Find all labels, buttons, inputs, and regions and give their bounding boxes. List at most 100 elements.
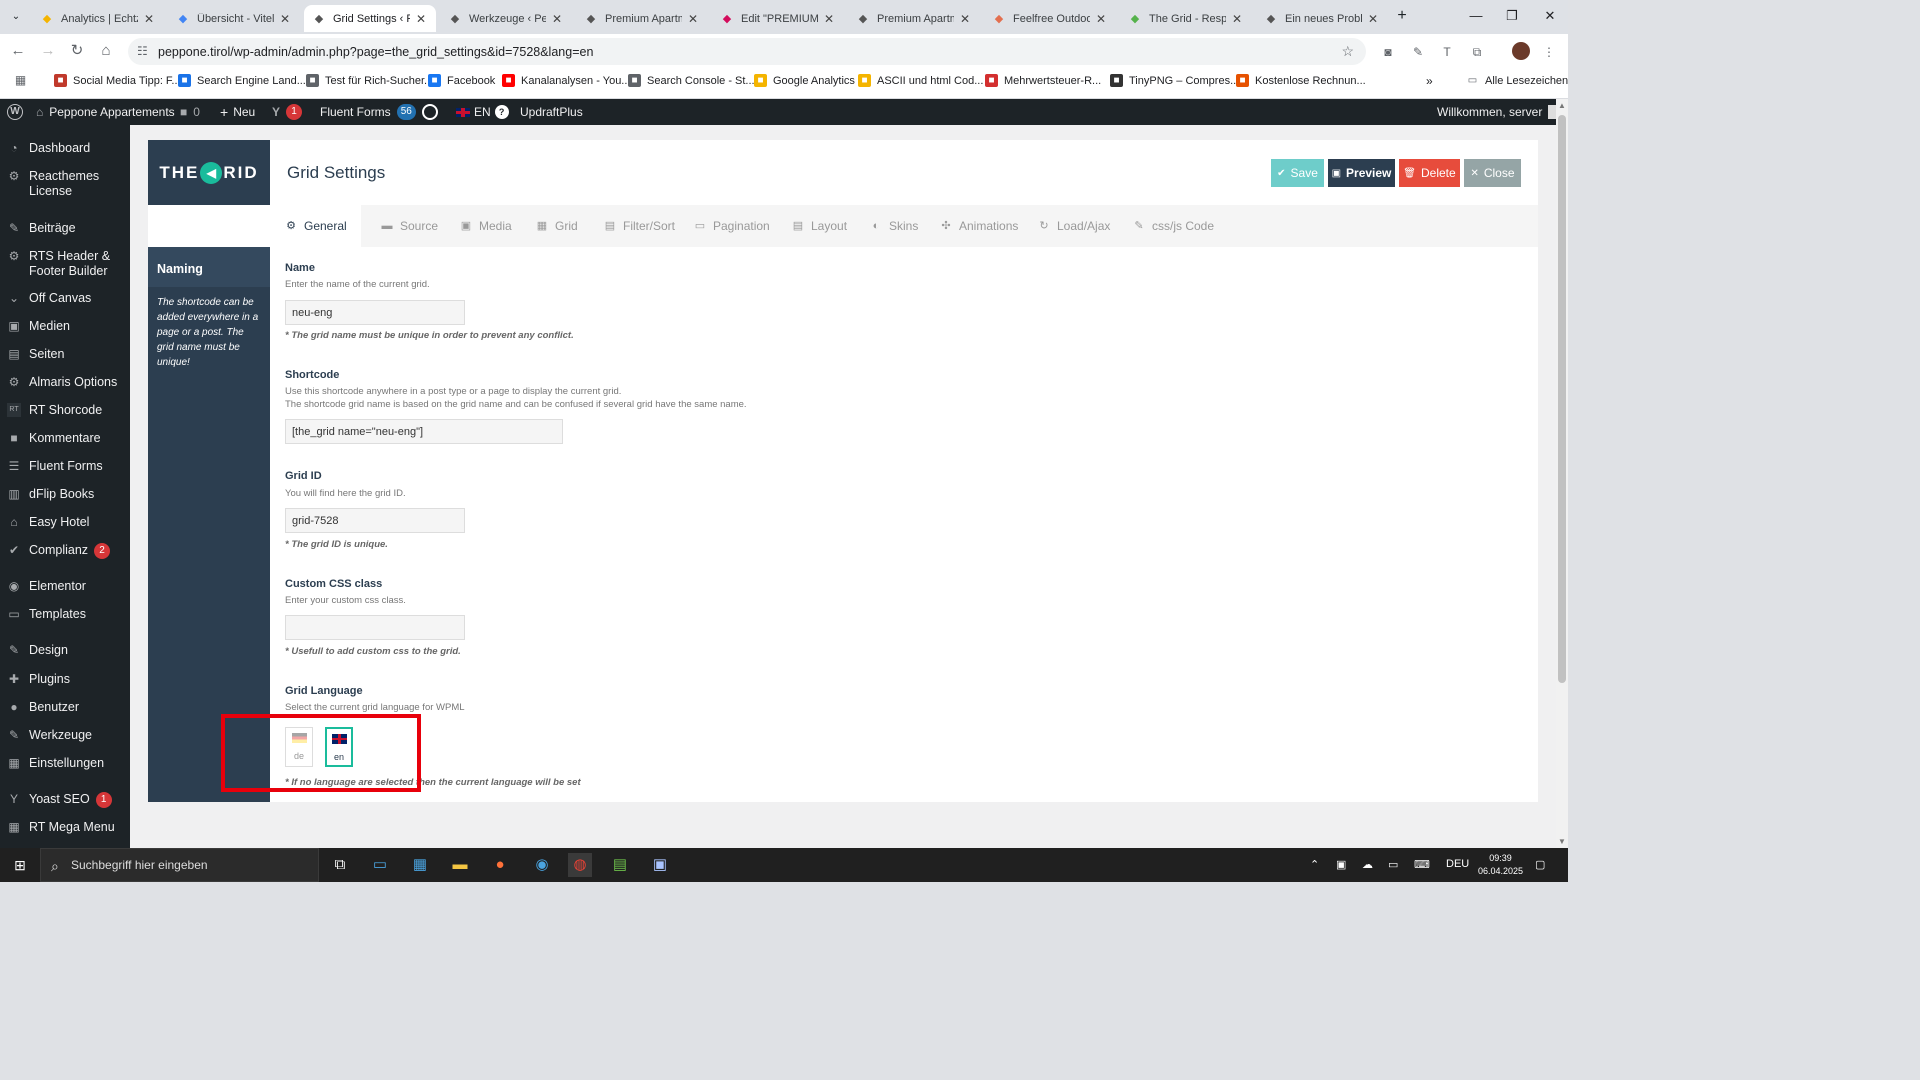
browser-tab[interactable]: ◆ The Grid - Respon ✕ bbox=[1120, 5, 1252, 32]
eyedropper-icon[interactable]: ✎ bbox=[1409, 43, 1427, 61]
browser-tab[interactable]: ◆ Werkzeuge ‹ Pepp ✕ bbox=[440, 5, 572, 32]
task-view-icon[interactable]: ⧉ bbox=[328, 853, 352, 877]
taskbar-clock[interactable]: 09:39 06.04.2025 bbox=[1478, 852, 1523, 878]
back-icon[interactable]: ← bbox=[8, 41, 28, 61]
tab-close-icon[interactable]: ✕ bbox=[1366, 12, 1380, 26]
sidebar-item-almaris-options[interactable]: ⚙ Almaris Options bbox=[0, 375, 130, 390]
support-icon[interactable] bbox=[422, 99, 438, 125]
bookmark-item[interactable]: ■ Search Engine Land... bbox=[178, 74, 306, 87]
sidebar-item-dflip-books[interactable]: ▥ dFlip Books bbox=[0, 487, 130, 502]
windows-start-icon[interactable]: ⊞ bbox=[8, 853, 32, 877]
notepad-icon[interactable]: ▤ bbox=[608, 853, 632, 877]
reload-icon[interactable]: ↻ bbox=[67, 41, 87, 61]
sidebar-item-rt-mega-menu[interactable]: ▦ RT Mega Menu bbox=[0, 820, 130, 835]
tab-grid[interactable]: ▦ Grid bbox=[535, 205, 578, 247]
minimize-icon[interactable]: — bbox=[1464, 6, 1488, 26]
wordpress-logo-icon[interactable]: W bbox=[7, 99, 23, 125]
tab-close-icon[interactable]: ✕ bbox=[822, 12, 836, 26]
cloud-icon[interactable]: ☁ bbox=[1362, 858, 1373, 871]
sidebar-item-benutzer[interactable]: ● Benutzer bbox=[0, 700, 130, 715]
tab-filter-sort[interactable]: ▤ Filter/Sort bbox=[603, 205, 675, 247]
tab-general[interactable]: ⚙ General bbox=[270, 205, 361, 247]
tab-css-js-code[interactable]: ✎ css/js Code bbox=[1132, 205, 1214, 247]
firefox-icon[interactable]: ● bbox=[488, 853, 512, 877]
all-bookmarks[interactable]: ▭ Alle Lesezeichen bbox=[1466, 74, 1568, 87]
restore-icon[interactable]: ❐ bbox=[1500, 6, 1524, 26]
tab-close-icon[interactable]: ✕ bbox=[414, 12, 428, 26]
text-tool-icon[interactable]: T bbox=[1438, 43, 1456, 61]
tab-skins[interactable]: ◐ Skins bbox=[869, 205, 919, 247]
css-class-input[interactable] bbox=[285, 615, 465, 640]
browser-tab[interactable]: ◆ Feelfree Outdoor ✕ bbox=[984, 5, 1116, 32]
sidebar-item-complianz[interactable]: ✔ Complianz 2 bbox=[0, 543, 130, 559]
language-switcher[interactable]: EN? bbox=[456, 99, 509, 125]
save-button[interactable]: ✔ Save bbox=[1271, 159, 1324, 187]
tab-close-icon[interactable]: ✕ bbox=[278, 12, 292, 26]
comments-link[interactable]: ■ 0 bbox=[180, 99, 200, 125]
tab-layout[interactable]: ▤ Layout bbox=[791, 205, 847, 247]
delete-button[interactable]: 🗑 Delete bbox=[1399, 159, 1460, 187]
bookmark-item[interactable]: ■ Kanalanalysen - You... bbox=[502, 74, 630, 87]
browser-tab[interactable]: ◆ Grid Settings ‹ Pe ✕ bbox=[304, 5, 436, 32]
bookmark-item[interactable]: ■ Kostenlose Rechnun... bbox=[1236, 74, 1366, 87]
bookmark-item[interactable]: ■ Facebook bbox=[428, 74, 495, 87]
profile-avatar[interactable] bbox=[1512, 42, 1530, 60]
tray-app-icon[interactable]: ▣ bbox=[1336, 858, 1346, 871]
extensions-icon[interactable]: ⧉ bbox=[1468, 43, 1486, 61]
keyboard-icon[interactable]: ⌨ bbox=[1414, 858, 1430, 871]
file-explorer-icon[interactable]: ▬ bbox=[448, 853, 472, 877]
camera-icon[interactable]: ◙ bbox=[1379, 43, 1397, 61]
browser-tab[interactable]: ◆ Premium Apartm ✕ bbox=[576, 5, 708, 32]
grid-id-input[interactable]: grid-7528 bbox=[285, 508, 465, 533]
browser-tab[interactable]: ◆ Ein neues Problem ✕ bbox=[1256, 5, 1388, 32]
bookmark-item[interactable]: ■ Social Media Tipp: F... bbox=[54, 74, 181, 87]
bookmark-item[interactable]: ■ Google Analytics bbox=[754, 74, 855, 87]
site-name-link[interactable]: ⌂ Peppone Appartements bbox=[36, 99, 175, 125]
sidebar-item-plugins[interactable]: ✚ Plugins bbox=[0, 672, 130, 687]
sidebar-item-werkzeuge[interactable]: ✎ Werkzeuge bbox=[0, 728, 130, 743]
tab-close-icon[interactable]: ✕ bbox=[1094, 12, 1108, 26]
tab-close-icon[interactable]: ✕ bbox=[142, 12, 156, 26]
new-tab-button[interactable]: + bbox=[1392, 6, 1412, 26]
sidebar-item-medien[interactable]: ▣ Medien bbox=[0, 319, 130, 334]
close-button[interactable]: ✕ Close bbox=[1464, 159, 1521, 187]
sidebar-item-kommentare[interactable]: ■ Kommentare bbox=[0, 431, 130, 446]
sidebar-item-yoast-seo[interactable]: Y Yoast SEO 1 bbox=[0, 792, 130, 808]
tab-media[interactable]: ▣ Media bbox=[459, 205, 512, 247]
sidebar-item-design[interactable]: ✎ Design bbox=[0, 643, 130, 658]
taskbar-search-box[interactable]: ⌕ Suchbegriff hier eingeben bbox=[40, 848, 319, 882]
forward-icon[interactable]: → bbox=[38, 41, 58, 61]
account-menu[interactable]: Willkommen, server bbox=[1437, 99, 1563, 125]
scrollbar-thumb[interactable] bbox=[1558, 115, 1566, 683]
screenshot-tool-icon[interactable]: ▣ bbox=[648, 853, 672, 877]
remote-desktop-icon[interactable]: ▭ bbox=[368, 853, 392, 877]
url-bar[interactable]: ☷ peppone.tirol/wp-admin/admin.php?page=… bbox=[128, 38, 1366, 65]
new-content-link[interactable]: + Neu bbox=[220, 99, 255, 125]
sidebar-item-elementor[interactable]: ◉ Elementor bbox=[0, 579, 130, 594]
notifications-icon[interactable]: ▢ bbox=[1535, 858, 1545, 871]
preview-button[interactable]: ▣ Preview bbox=[1328, 159, 1395, 187]
sidebar-item-beitr-ge[interactable]: ✎ Beiträge bbox=[0, 221, 130, 236]
tab-close-icon[interactable]: ✕ bbox=[686, 12, 700, 26]
sidebar-item-templates[interactable]: ▭ Templates bbox=[0, 607, 130, 622]
sidebar-item-einstellungen[interactable]: ▦ Einstellungen bbox=[0, 756, 130, 771]
chrome-icon[interactable]: ◍ bbox=[568, 853, 592, 877]
bookmark-item[interactable]: ■ Search Console - St... bbox=[628, 74, 755, 87]
shortcode-input[interactable]: [the_grid name="neu-eng"] bbox=[285, 419, 563, 444]
browser-tab[interactable]: ◆ Premium Apartm ✕ bbox=[848, 5, 980, 32]
bookmark-item[interactable]: ■ ASCII und html Cod... bbox=[858, 74, 983, 87]
network-icon[interactable]: ▭ bbox=[1388, 858, 1398, 871]
sidebar-item-fluent-forms[interactable]: ☰ Fluent Forms bbox=[0, 459, 130, 474]
tab-search-chevron-icon[interactable]: ⌄ bbox=[6, 7, 26, 27]
tab-pagination[interactable]: ▭ Pagination bbox=[693, 205, 770, 247]
browser-tab[interactable]: ◆ Edit "PREMIUM A ✕ bbox=[712, 5, 844, 32]
site-info-icon[interactable]: ☷ bbox=[137, 44, 148, 58]
updraftplus-link[interactable]: UpdraftPlus bbox=[520, 99, 583, 125]
tab-close-icon[interactable]: ✕ bbox=[1230, 12, 1244, 26]
bookmark-star-icon[interactable]: ☆ bbox=[1341, 43, 1354, 60]
yoast-adminbar-link[interactable]: Y1 bbox=[272, 99, 303, 125]
tab-close-icon[interactable]: ✕ bbox=[550, 12, 564, 26]
sidebar-item-rt-shorcode[interactable]: RT RT Shorcode bbox=[0, 403, 130, 418]
thunderbird-icon[interactable]: ◉ bbox=[530, 853, 554, 877]
bookmark-item[interactable]: ■ TinyPNG – Compres... bbox=[1110, 74, 1239, 87]
